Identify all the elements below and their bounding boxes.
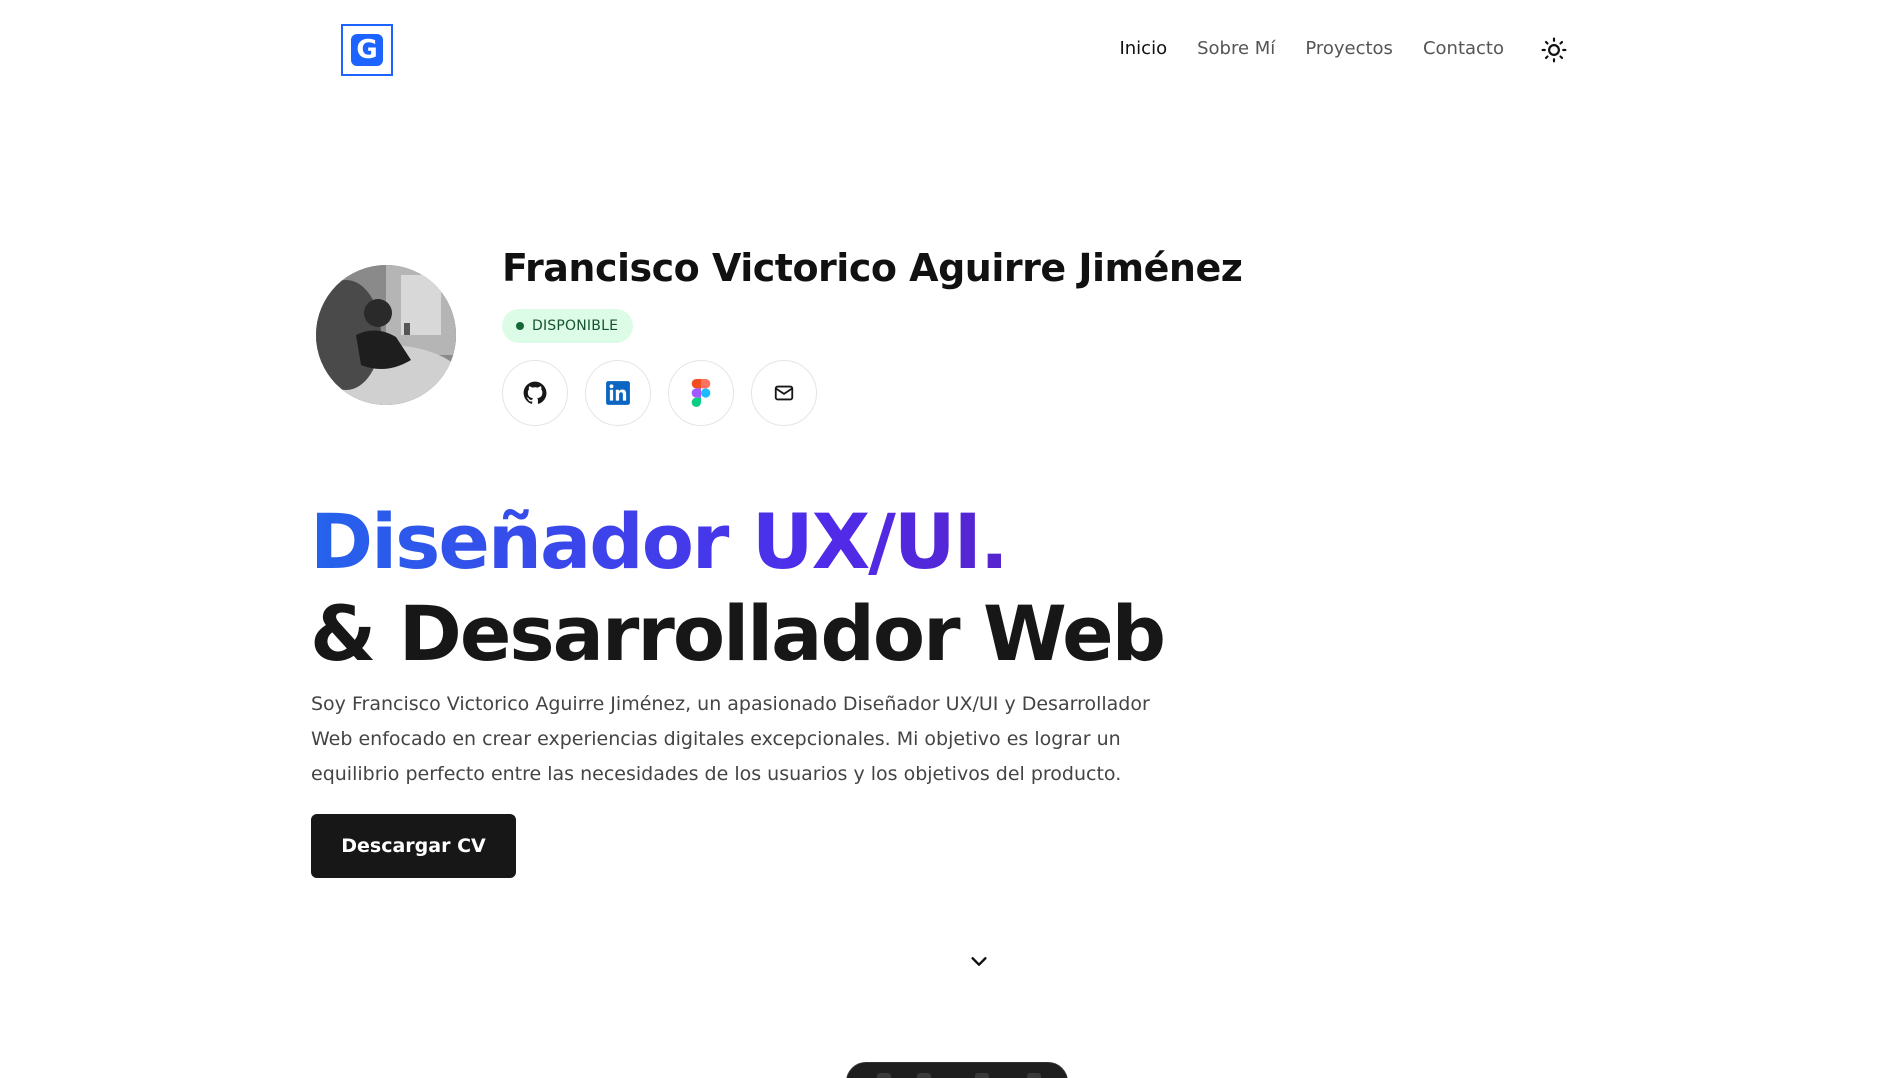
bottom-dock[interactable] bbox=[846, 1062, 1068, 1078]
dock-icon[interactable] bbox=[877, 1073, 891, 1078]
avatar-photo bbox=[316, 265, 456, 405]
hero-description: Soy Francisco Victorico Aguirre Jiménez,… bbox=[311, 693, 1150, 785]
mail-icon bbox=[774, 385, 794, 401]
linkedin-icon bbox=[606, 381, 630, 405]
github-icon bbox=[523, 381, 547, 404]
theme-toggle-button[interactable] bbox=[1539, 35, 1569, 65]
email-link[interactable] bbox=[751, 360, 817, 426]
scroll-down-button[interactable] bbox=[966, 948, 992, 974]
hero-title: Diseñador UX/UI. & Desarrollador Web bbox=[310, 496, 1166, 680]
dock-icon[interactable] bbox=[975, 1073, 989, 1078]
dock-icon[interactable] bbox=[917, 1073, 931, 1078]
logo[interactable]: G bbox=[341, 24, 393, 76]
main-nav: Inicio Sobre Mí Proyectos Contacto bbox=[1089, 38, 1504, 59]
chevron-down-icon bbox=[971, 957, 987, 966]
avatar bbox=[316, 265, 456, 405]
linkedin-link[interactable] bbox=[585, 360, 651, 426]
nav-contacto[interactable]: Contacto bbox=[1423, 38, 1504, 59]
hero-title-line1: Diseñador UX/UI. bbox=[310, 496, 1164, 588]
sun-icon bbox=[1541, 37, 1567, 63]
hero-title-line2: & Desarrollador Web bbox=[310, 589, 1166, 678]
nav-inicio[interactable]: Inicio bbox=[1119, 38, 1167, 59]
status-badge: DISPONIBLE bbox=[502, 309, 634, 343]
logo-letter: G bbox=[351, 34, 383, 66]
nav-proyectos[interactable]: Proyectos bbox=[1305, 38, 1393, 59]
site-header: G Inicio Sobre Mí Proyectos Contacto bbox=[0, 0, 1895, 100]
download-cv-button[interactable]: Descargar CV bbox=[311, 814, 516, 878]
status-dot bbox=[516, 322, 524, 330]
figma-icon bbox=[691, 379, 711, 407]
status-text: DISPONIBLE bbox=[532, 318, 619, 334]
profile-name: Francisco Victorico Aguirre Jiménez bbox=[502, 246, 1243, 290]
figma-link[interactable] bbox=[668, 360, 734, 426]
github-link[interactable] bbox=[502, 360, 568, 426]
social-links bbox=[502, 360, 834, 426]
dock-icon[interactable] bbox=[1027, 1073, 1041, 1078]
nav-sobre-mi[interactable]: Sobre Mí bbox=[1197, 38, 1275, 59]
